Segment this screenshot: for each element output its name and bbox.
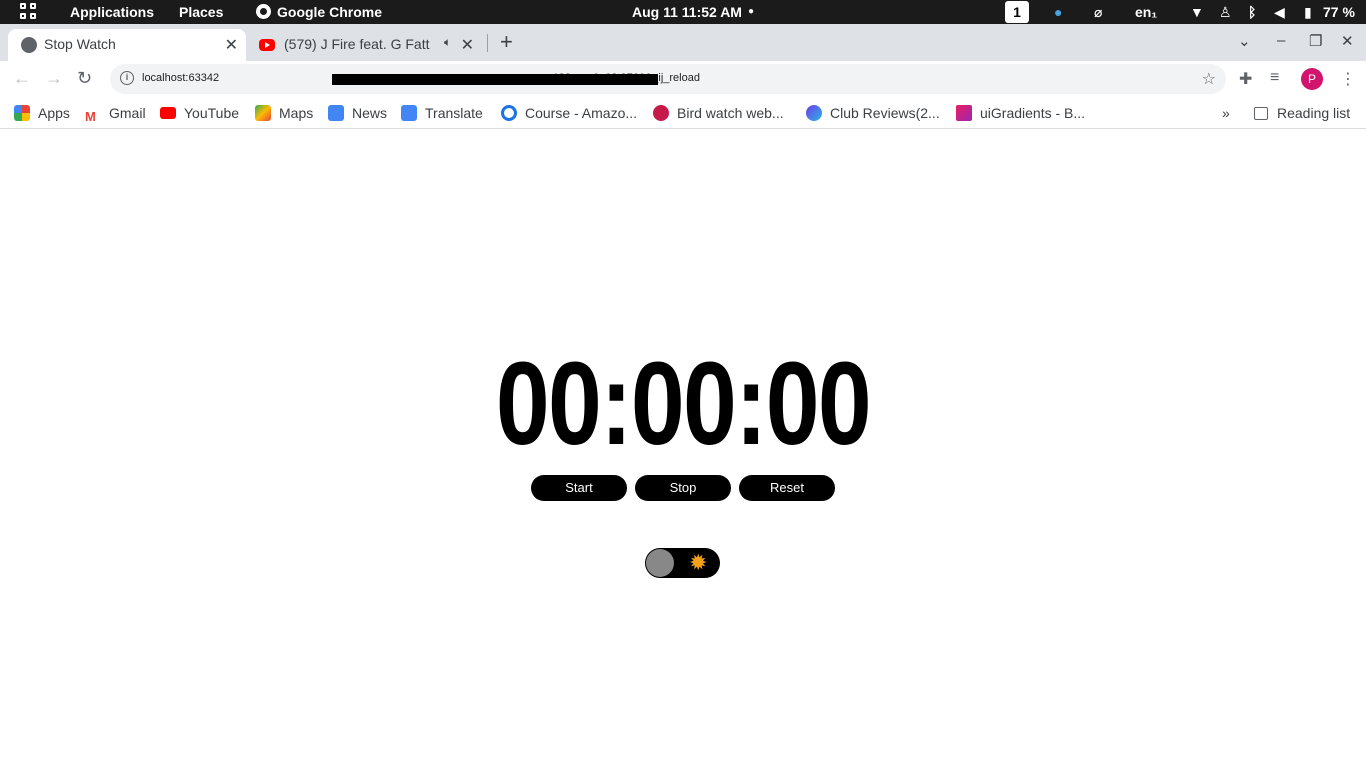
paperclip-icon[interactable]: ⌀ — [1094, 0, 1102, 24]
bluetooth-icon[interactable]: ᛒ — [1248, 0, 1256, 24]
tab-search-icon[interactable]: ⌄ — [1238, 32, 1251, 50]
club-reviews-icon — [806, 105, 822, 121]
reading-list-icon — [1254, 107, 1268, 120]
sun-icon: ✹ — [689, 550, 708, 575]
workspace-indicator[interactable]: 1 — [1005, 1, 1029, 23]
audio-playing-icon[interactable]: 🔈︎ — [444, 35, 451, 50]
tab-title: Stop Watch — [44, 36, 116, 52]
app-name: Google Chrome — [277, 4, 383, 20]
bookmark-translate[interactable]: Translate — [401, 102, 483, 124]
bookmark-youtube[interactable]: YouTube — [160, 102, 239, 124]
close-tab-icon[interactable]: ✕ — [461, 35, 474, 55]
bookmarks-overflow-icon[interactable]: » — [1222, 102, 1230, 124]
globe-icon — [21, 37, 37, 53]
notification-dot-icon: ● — [748, 6, 755, 17]
raspberry-icon — [653, 105, 669, 121]
tab-title: (579) J Fire feat. G Fatt - — [284, 36, 434, 52]
bookmarks-bar: Apps M Gmail YouTube Maps News Translate … — [0, 97, 1366, 129]
news-icon — [328, 105, 344, 121]
vpn-icon[interactable]: ♙ — [1219, 0, 1232, 24]
browser-toolbar: ← → ↻ i localhost:63342s182erpn6u02t3766… — [0, 61, 1366, 97]
bookmark-news[interactable]: News — [328, 102, 387, 124]
stopwatch-display: 00:00:00 — [495, 338, 872, 470]
restore-icon[interactable]: ❐ — [1309, 32, 1322, 50]
bookmark-uigradients[interactable]: uiGradients - B... — [956, 102, 1085, 124]
translate-icon — [401, 105, 417, 121]
reading-list-button[interactable]: Reading list — [1254, 102, 1350, 124]
keyboard-layout[interactable]: en₁ — [1135, 0, 1157, 24]
activities-grid-icon[interactable] — [20, 3, 38, 21]
media-control-icon[interactable]: ≡ — [1270, 69, 1279, 87]
reset-button[interactable]: Reset — [739, 475, 835, 501]
uigradients-icon — [956, 105, 972, 121]
youtube-icon — [160, 107, 176, 119]
tab-separator — [487, 34, 488, 52]
status-app-icon[interactable]: ● — [1054, 0, 1062, 24]
close-window-icon[interactable]: ✕ — [1341, 32, 1354, 50]
bookmark-gmail[interactable]: M Gmail — [85, 102, 146, 125]
minimize-icon[interactable]: – — [1277, 32, 1285, 49]
maps-icon — [255, 105, 271, 121]
battery-icon[interactable]: ▮ — [1304, 0, 1312, 24]
redacted-url-block — [332, 74, 658, 85]
menu-kebab-icon[interactable]: ⋮ — [1340, 69, 1356, 89]
address-bar[interactable]: i localhost:63342s182erpn6u02t3766&_ij_r… — [110, 64, 1226, 94]
apps-grid-icon — [14, 105, 30, 121]
youtube-icon — [259, 39, 275, 51]
volume-icon[interactable]: ◀ — [1274, 0, 1285, 24]
profile-avatar[interactable]: P — [1301, 68, 1323, 90]
reload-icon[interactable]: ↻ — [77, 68, 92, 89]
wifi-icon[interactable]: ▼ — [1190, 0, 1204, 24]
gmail-icon: M — [85, 109, 101, 125]
app-menu[interactable]: Google Chrome — [256, 0, 382, 24]
places-menu[interactable]: Places — [179, 0, 223, 24]
bookmark-star-icon[interactable]: ☆ — [1202, 69, 1216, 89]
system-top-bar: Applications Places Google Chrome Aug 11… — [0, 0, 1366, 24]
tab-strip: Stop Watch ✕ (579) J Fire feat. G Fatt -… — [0, 24, 1366, 61]
bookmark-club-reviews[interactable]: Club Reviews(2... — [806, 102, 940, 124]
bookmark-course[interactable]: Course - Amazo... — [501, 102, 637, 124]
extensions-icon[interactable]: ✚ — [1239, 69, 1252, 89]
chrome-icon — [256, 4, 271, 19]
bookmark-apps[interactable]: Apps — [14, 102, 70, 124]
theme-toggle[interactable]: ✹ — [645, 548, 720, 578]
back-icon[interactable]: ← — [13, 68, 31, 89]
clock[interactable]: Aug 11 11:52 AM — [632, 0, 742, 24]
tab-youtube[interactable]: (579) J Fire feat. G Fatt - 🔈︎ ✕ — [250, 29, 486, 61]
battery-percent: 77 % — [1323, 4, 1355, 20]
applications-menu[interactable]: Applications — [70, 0, 154, 24]
bookmark-maps[interactable]: Maps — [255, 102, 313, 124]
start-button[interactable]: Start — [531, 475, 627, 501]
site-info-icon[interactable]: i — [120, 71, 134, 85]
close-tab-icon[interactable]: ✕ — [225, 35, 238, 55]
bookmark-bird-watch[interactable]: Bird watch web... — [653, 102, 784, 124]
course-icon — [501, 105, 517, 121]
stop-button[interactable]: Stop — [635, 475, 731, 501]
toggle-knob — [646, 549, 674, 577]
new-tab-icon[interactable]: + — [500, 29, 513, 55]
forward-icon[interactable]: → — [45, 68, 63, 89]
page-content: 00:00:00 Start Stop Reset ✹ — [0, 130, 1366, 768]
tab-stop-watch[interactable]: Stop Watch ✕ — [8, 29, 246, 61]
